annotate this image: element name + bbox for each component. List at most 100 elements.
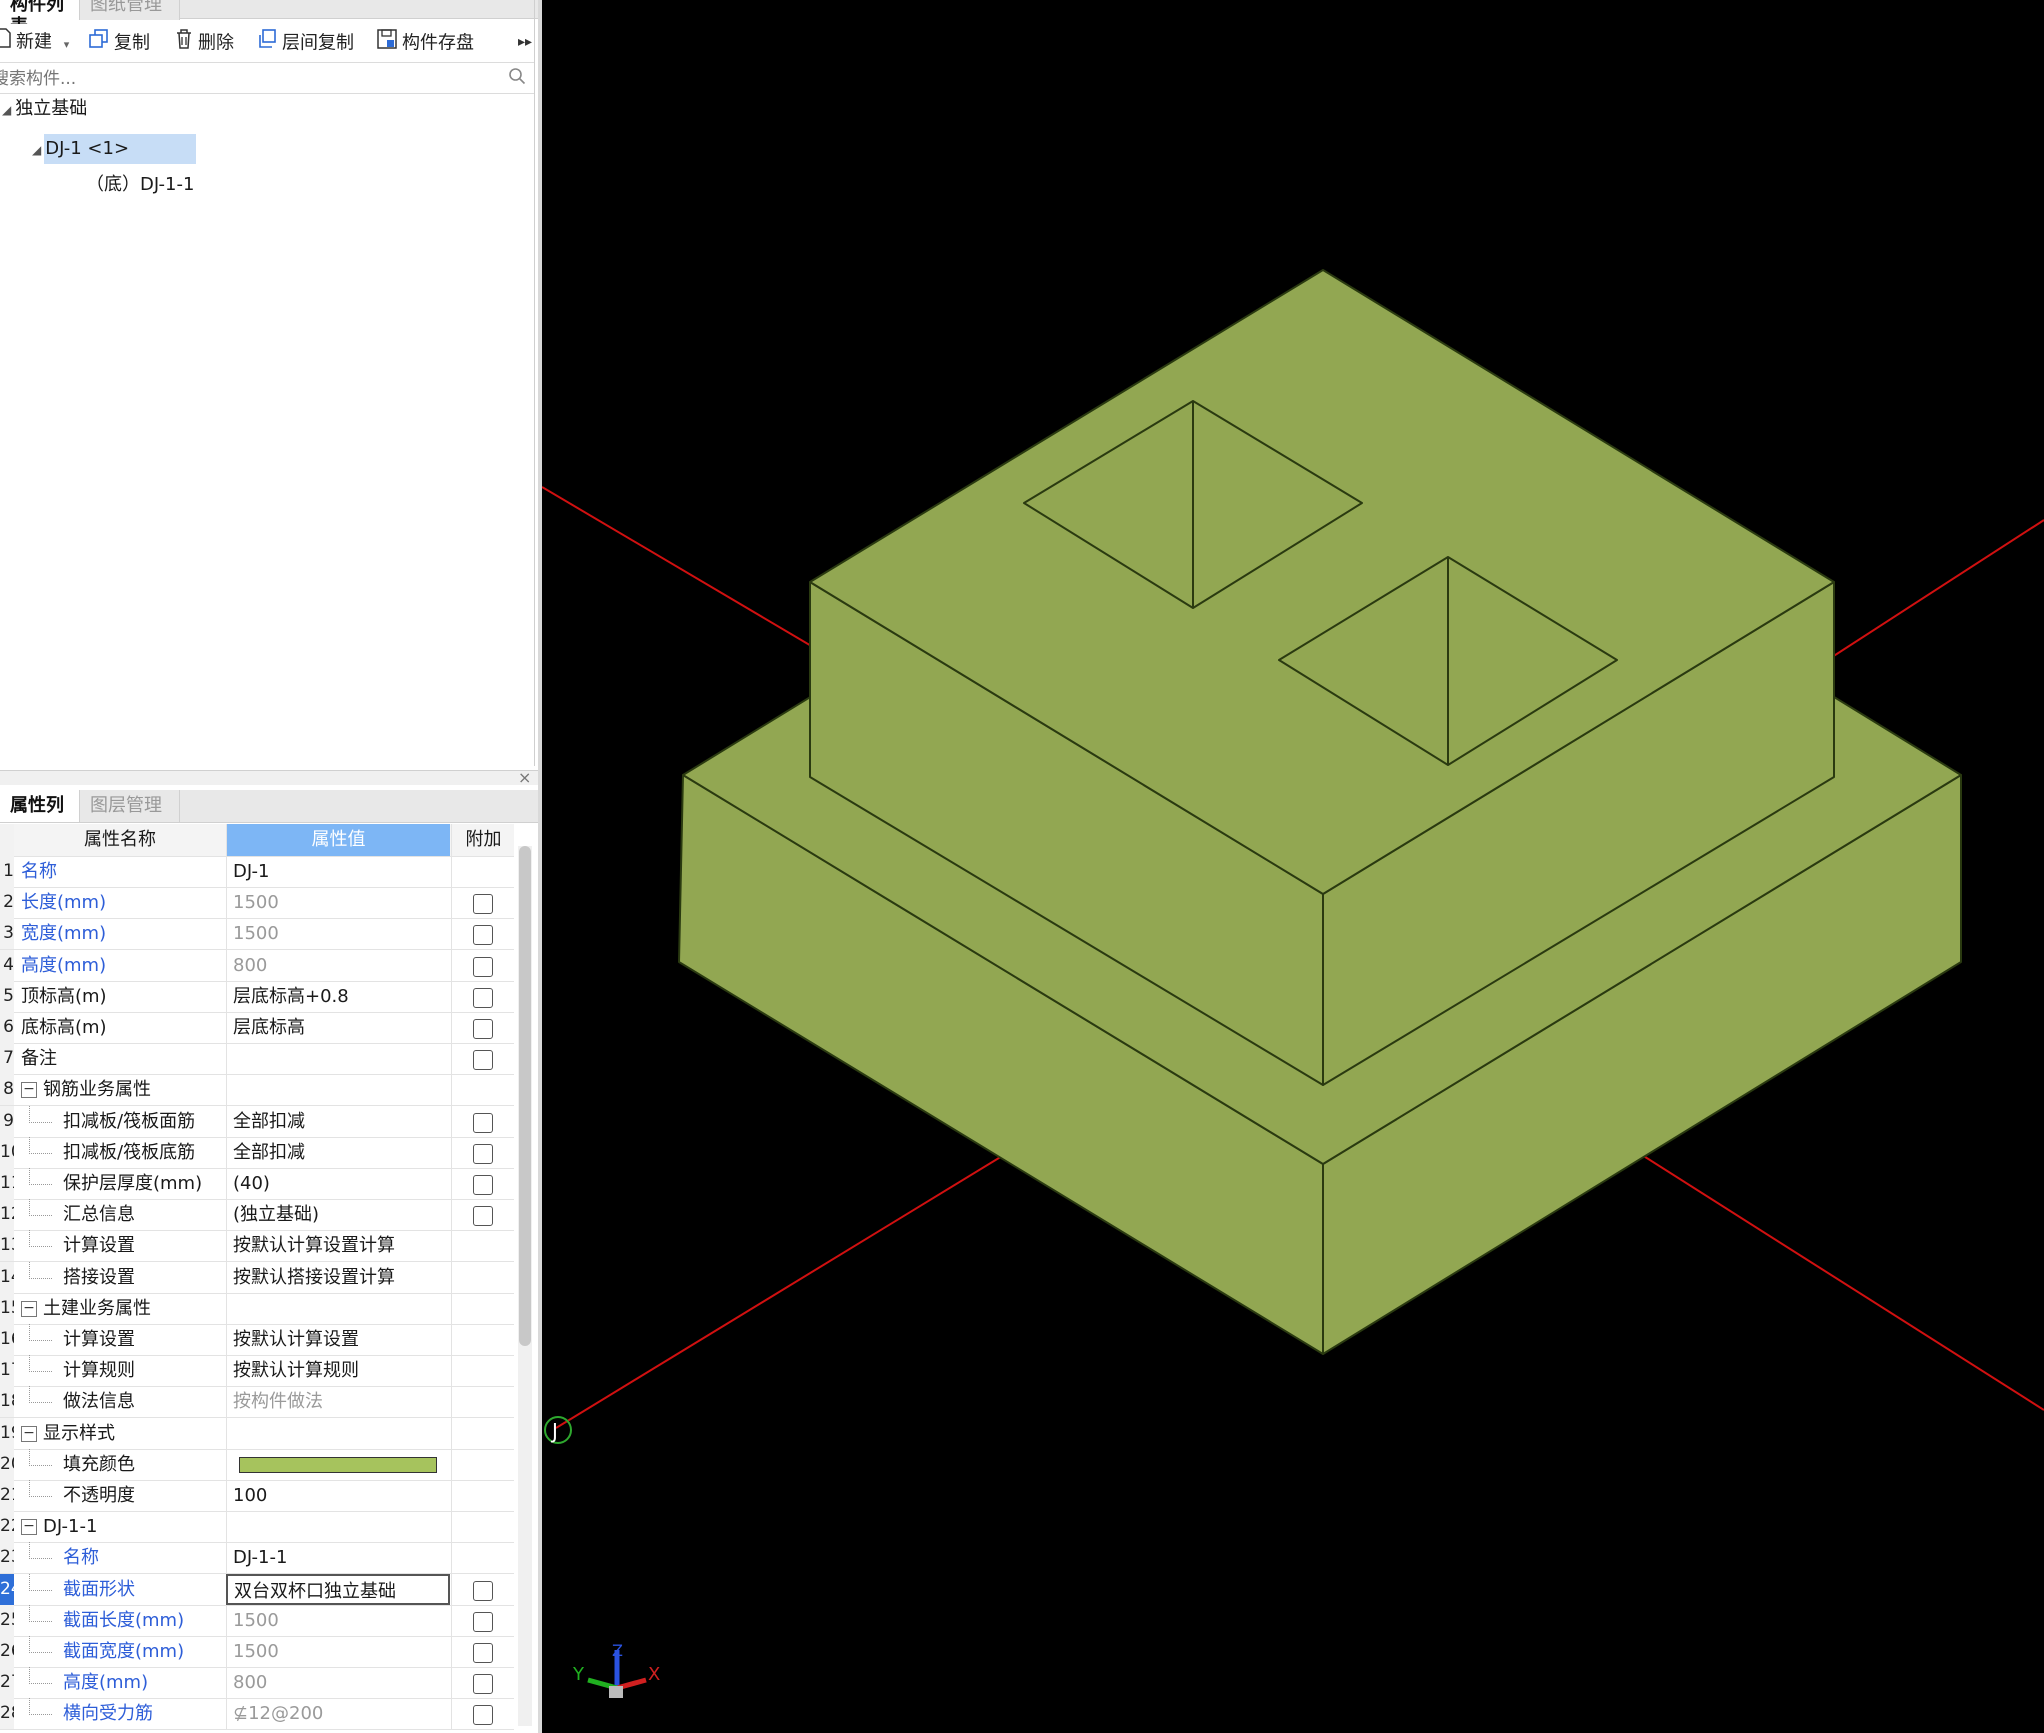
- property-row[interactable]: 15−土建业务属性: [0, 1292, 514, 1325]
- property-scrollbar-thumb[interactable]: [519, 846, 531, 1346]
- property-value[interactable]: 层底标高+0.8: [226, 980, 450, 1012]
- property-value[interactable]: 层底标高: [226, 1012, 450, 1043]
- property-row[interactable]: 4 高度(mm) 800: [0, 949, 514, 982]
- property-value[interactable]: 800: [226, 1667, 450, 1699]
- extra-checkbox[interactable]: [473, 1643, 493, 1663]
- delete-button[interactable]: 删除: [174, 28, 234, 56]
- property-value[interactable]: [226, 1074, 450, 1106]
- property-row[interactable]: 28 横向受力筋 ⊈12@200: [0, 1698, 514, 1731]
- property-row[interactable]: 3 宽度(mm) 1500: [0, 918, 514, 951]
- property-value[interactable]: 按默认计算设置计算: [226, 1230, 450, 1262]
- extra-checkbox[interactable]: [473, 1674, 493, 1695]
- fill-color-swatch[interactable]: [239, 1456, 437, 1473]
- search-icon[interactable]: [508, 67, 526, 90]
- property-row[interactable]: 7 备注: [0, 1043, 514, 1076]
- search-input[interactable]: [0, 66, 484, 92]
- property-row[interactable]: 9 扣减板/筏板面筋 全部扣减: [0, 1105, 514, 1138]
- foundation-model[interactable]: [678, 269, 1962, 1355]
- extra-checkbox[interactable]: [473, 1050, 493, 1071]
- property-value[interactable]: [226, 1417, 450, 1449]
- property-row[interactable]: 21 不透明度 100: [0, 1480, 514, 1512]
- property-value[interactable]: ⊈12@200: [226, 1698, 450, 1730]
- property-row[interactable]: 19−显示样式: [0, 1417, 514, 1450]
- collapse-icon[interactable]: −: [21, 1300, 37, 1317]
- tree-expand-icon[interactable]: ◢: [2, 103, 11, 117]
- property-value[interactable]: (40): [226, 1168, 450, 1199]
- tab-drawing-management[interactable]: 图纸管理: [80, 0, 180, 20]
- property-row[interactable]: 11 保护层厚度(mm) (40): [0, 1168, 514, 1200]
- extra-checkbox[interactable]: [473, 1705, 493, 1726]
- collapse-icon[interactable]: −: [21, 1425, 37, 1442]
- new-button[interactable]: 新建 ▾: [0, 28, 69, 56]
- property-row[interactable]: 10 扣减板/筏板底筋 全部扣减: [0, 1136, 514, 1169]
- property-row[interactable]: 17 计算规则 按默认计算规则: [0, 1355, 514, 1388]
- collapse-icon[interactable]: −: [21, 1082, 37, 1099]
- extra-checkbox[interactable]: [473, 987, 493, 1008]
- property-row[interactable]: 2 长度(mm) 1500: [0, 887, 514, 920]
- tree-node-dj1[interactable]: ◢ DJ-1 <1>: [32, 134, 196, 164]
- property-value[interactable]: [226, 1292, 450, 1324]
- collapse-icon[interactable]: −: [21, 1519, 37, 1536]
- extra-checkbox[interactable]: [473, 956, 493, 977]
- 3d-viewport[interactable]: J X Y Z: [542, 0, 2044, 1733]
- axis-gizmo[interactable]: X Y Z: [572, 1641, 660, 1698]
- chevron-down-icon[interactable]: ▾: [64, 38, 70, 51]
- save-component-button[interactable]: 构件存盘: [376, 28, 474, 56]
- property-row[interactable]: 26 截面宽度(mm) 1500: [0, 1636, 514, 1668]
- extra-checkbox[interactable]: [473, 1580, 493, 1601]
- property-row[interactable]: 22−DJ-1-1: [0, 1511, 514, 1544]
- floor-copy-button[interactable]: 层间复制: [256, 28, 354, 56]
- property-row[interactable]: 20 填充颜色: [0, 1448, 514, 1481]
- extra-checkbox[interactable]: [473, 1019, 493, 1039]
- property-value[interactable]: 1500: [226, 1636, 450, 1667]
- property-value[interactable]: 按默认计算规则: [226, 1355, 450, 1387]
- property-value[interactable]: [226, 1043, 450, 1075]
- tree-node-dj1-1[interactable]: （底）DJ-1-1: [86, 170, 194, 200]
- tab-layer-management[interactable]: 图层管理: [80, 790, 180, 822]
- property-value[interactable]: 全部扣减: [226, 1105, 450, 1137]
- property-value[interactable]: DJ-1: [226, 856, 450, 887]
- extra-checkbox[interactable]: [473, 925, 493, 946]
- tree-expand-icon[interactable]: ◢: [32, 143, 41, 157]
- property-value[interactable]: [226, 1448, 450, 1480]
- extra-checkbox[interactable]: [473, 1112, 493, 1133]
- property-value[interactable]: 1500: [226, 1604, 450, 1636]
- property-row[interactable]: 13 计算设置 按默认计算设置计算: [0, 1230, 514, 1263]
- property-row[interactable]: 16 计算设置 按默认计算设置: [0, 1324, 514, 1356]
- tab-component-list[interactable]: 构件列表: [0, 0, 80, 37]
- property-value[interactable]: 全部扣减: [226, 1136, 450, 1168]
- property-value[interactable]: 双台双杯口独立基础: [226, 1573, 450, 1605]
- property-value[interactable]: 按构件做法: [226, 1386, 450, 1418]
- property-row[interactable]: 25 截面长度(mm) 1500: [0, 1604, 514, 1637]
- property-row[interactable]: 24 截面形状 双台双杯口独立基础: [0, 1573, 514, 1606]
- viewport-canvas[interactable]: J X Y Z: [542, 0, 2044, 1733]
- tree-node-root[interactable]: ◢ 独立基础: [2, 94, 87, 124]
- property-value[interactable]: 100: [226, 1480, 450, 1511]
- property-row[interactable]: 8− 钢筋业务属性: [0, 1074, 514, 1107]
- property-value[interactable]: DJ-1-1: [226, 1542, 450, 1574]
- extra-checkbox[interactable]: [473, 1611, 493, 1632]
- property-row[interactable]: 6 底标高(m) 层底标高: [0, 1012, 514, 1044]
- extra-checkbox[interactable]: [473, 1206, 493, 1227]
- extra-checkbox[interactable]: [473, 894, 493, 915]
- extra-checkbox[interactable]: [473, 1143, 493, 1164]
- property-row[interactable]: 27 高度(mm) 800: [0, 1667, 514, 1700]
- copy-button[interactable]: 复制: [88, 28, 150, 56]
- property-value[interactable]: 800: [226, 949, 450, 981]
- property-row[interactable]: 12 汇总信息 (独立基础): [0, 1199, 514, 1232]
- property-row[interactable]: 23 名称 DJ-1-1: [0, 1542, 514, 1575]
- property-row[interactable]: 14 搭接设置 按默认搭接设置计算: [0, 1261, 514, 1294]
- property-value[interactable]: 按默认计算设置: [226, 1324, 450, 1355]
- property-row[interactable]: 18 做法信息 按构件做法: [0, 1386, 514, 1419]
- property-value[interactable]: 1500: [226, 887, 450, 919]
- property-row[interactable]: 5 顶标高(m) 层底标高+0.8: [0, 980, 514, 1013]
- property-value[interactable]: 按默认搭接设置计算: [226, 1261, 450, 1293]
- close-icon[interactable]: ×: [518, 768, 531, 787]
- extra-checkbox[interactable]: [473, 1175, 493, 1195]
- property-row[interactable]: 1 名称 DJ-1: [0, 856, 514, 888]
- property-value[interactable]: (独立基础): [226, 1199, 450, 1231]
- property-value[interactable]: [226, 1511, 450, 1543]
- panel-splitter[interactable]: ×: [0, 768, 538, 787]
- property-value[interactable]: 1500: [226, 918, 450, 950]
- tab-property-list[interactable]: 属性列表: [0, 790, 80, 848]
